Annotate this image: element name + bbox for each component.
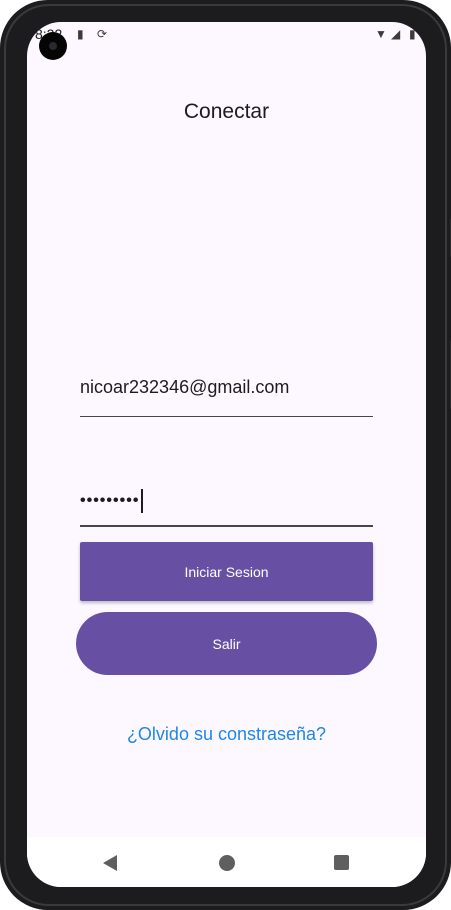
status-bar: 8:22 ▮ ⟳ ▼ ◢ ▮ xyxy=(27,22,426,48)
back-icon[interactable] xyxy=(103,855,117,871)
email-field[interactable]: nicoar232346@gmail.com xyxy=(80,359,373,417)
battery-icon: ▮ xyxy=(409,27,416,41)
signal-icon: ◢ xyxy=(391,27,401,41)
wifi-icon: ▼ xyxy=(375,27,387,41)
phone-frame: 8:22 ▮ ⟳ ▼ ◢ ▮ Conectar nicoar232346@gma… xyxy=(0,0,451,910)
sync-icon: ⟳ xyxy=(97,27,108,41)
email-value: nicoar232346@gmail.com xyxy=(80,377,290,397)
home-icon[interactable] xyxy=(219,855,235,871)
password-mask: ••••••••• xyxy=(80,492,140,510)
password-field[interactable]: ••••••••• xyxy=(80,469,373,527)
login-button[interactable]: Iniciar Sesion xyxy=(80,542,373,601)
recents-icon[interactable] xyxy=(334,855,349,870)
password-value: ••••••••• xyxy=(80,489,144,513)
app-screen: 8:22 ▮ ⟳ ▼ ◢ ▮ Conectar nicoar232346@gma… xyxy=(27,22,426,887)
text-caret xyxy=(141,489,144,513)
navigation-bar xyxy=(27,837,426,887)
forgot-password-link[interactable]: ¿Olvido su constraseña? xyxy=(27,724,426,745)
sd-card-icon: ▮ xyxy=(77,27,84,41)
exit-button[interactable]: Salir xyxy=(76,612,377,675)
front-camera xyxy=(39,32,67,60)
page-title: Conectar xyxy=(183,100,270,123)
